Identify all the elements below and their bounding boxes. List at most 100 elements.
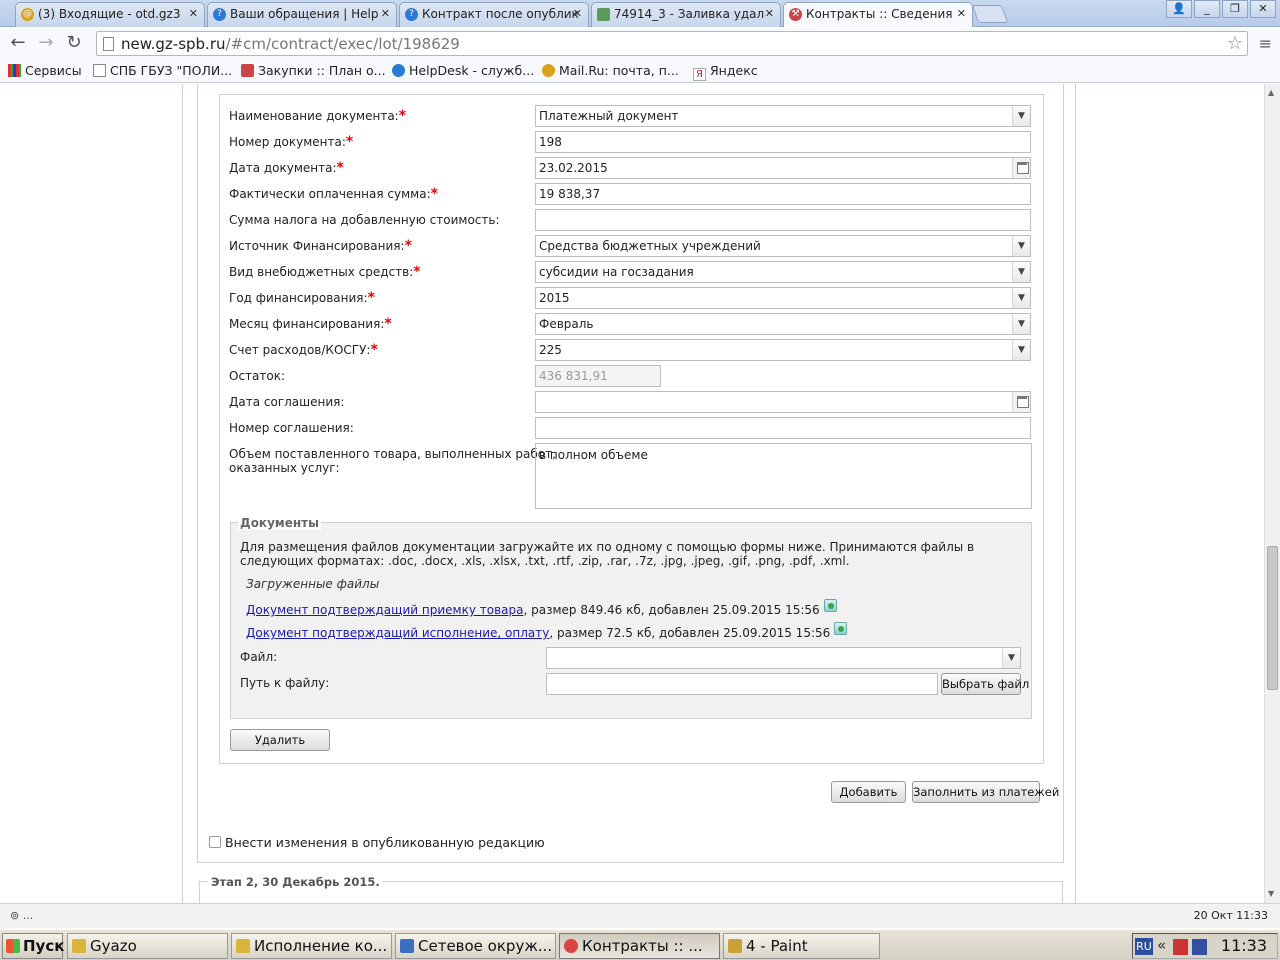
scroll-down-icon[interactable]: ▼ bbox=[1268, 889, 1274, 898]
agreement-date-input[interactable] bbox=[535, 391, 1031, 413]
back-button[interactable]: ← bbox=[6, 32, 30, 54]
start-button[interactable]: Пуск bbox=[2, 933, 64, 959]
url-path: /#cm/contract/exec/lot/198629 bbox=[225, 35, 460, 53]
publish-changes-checkbox[interactable] bbox=[209, 836, 221, 848]
url-text[interactable]: new.gz-spb.ru/#cm/contract/exec/lot/1986… bbox=[121, 35, 460, 53]
tab-contract-published[interactable]: ? Контракт после опублик ✕ bbox=[399, 2, 589, 27]
bookmark-label: Mail.Ru: почта, п... bbox=[559, 63, 679, 78]
bookmark-spb[interactable]: СПБ ГБУЗ "ПОЛИ... bbox=[93, 63, 232, 78]
bookmark-helpdesk[interactable]: HelpDesk - служб... bbox=[392, 63, 534, 78]
task-label: 4 - Paint bbox=[746, 937, 808, 955]
tray-icons[interactable] bbox=[1173, 939, 1207, 955]
financing-source-select[interactable]: Средства бюджетных учреждений ▼ bbox=[535, 235, 1031, 257]
financing-month-select[interactable]: Февраль ▼ bbox=[535, 313, 1031, 335]
close-tab-icon[interactable]: ✕ bbox=[189, 7, 198, 20]
help-icon bbox=[392, 64, 405, 77]
financing-year-select[interactable]: 2015 ▼ bbox=[535, 287, 1031, 309]
paid-amount-input[interactable]: 19 838,37 bbox=[535, 183, 1031, 205]
forward-button[interactable]: → bbox=[34, 32, 58, 54]
vertical-scrollbar[interactable]: ▲ ▼ bbox=[1264, 84, 1280, 903]
close-tab-icon[interactable]: ✕ bbox=[765, 7, 774, 20]
fill-from-payments-button[interactable]: Заполнить из платежей bbox=[912, 781, 1059, 803]
status-datetime: 20 Окт 11:33 bbox=[1193, 909, 1268, 922]
tab-helpdesk[interactable]: ? Ваши обращения | Help ✕ bbox=[207, 2, 397, 27]
close-tab-icon[interactable]: ✕ bbox=[381, 7, 390, 20]
tab-title: 74914_3 - Заливка удал bbox=[614, 7, 765, 21]
taskbar-item-contracts[interactable]: Контракты :: ... bbox=[559, 933, 720, 959]
close-tab-icon[interactable]: ✕ bbox=[957, 7, 966, 20]
bookmark-mailru[interactable]: Mail.Ru: почта, п... bbox=[542, 63, 679, 78]
bookmark-star-icon[interactable]: ☆ bbox=[1227, 33, 1243, 54]
taskbar-item-network[interactable]: Сетевое окруж... bbox=[395, 933, 556, 959]
field-value: 198 bbox=[539, 135, 562, 149]
add-button[interactable]: Добавить bbox=[831, 781, 906, 803]
calendar-icon[interactable] bbox=[1012, 392, 1030, 412]
tab-title: Контракты :: Сведения bbox=[806, 7, 953, 21]
doc-name-select[interactable]: Платежный документ ▼ bbox=[535, 105, 1031, 127]
taskbar-item-execution[interactable]: Исполнение ко... bbox=[231, 933, 392, 959]
bookmark-purchases[interactable]: Закупки :: План о... bbox=[241, 63, 386, 78]
reload-button[interactable]: ↻ bbox=[62, 32, 86, 54]
file-select[interactable]: ▼ bbox=[546, 647, 1021, 669]
required-marker: * bbox=[367, 290, 375, 306]
user-icon[interactable]: 👤 bbox=[1166, 0, 1192, 18]
extrabudget-type-select[interactable]: субсидии на госзадания ▼ bbox=[535, 261, 1031, 283]
chevron-down-icon: ▼ bbox=[1012, 314, 1030, 334]
field-label-text: Дата соглашения: bbox=[229, 395, 345, 409]
uploaded-file-info: , размер 849.46 кб, добавлен 25.09.2015 … bbox=[523, 603, 820, 617]
doc-number-input[interactable]: 198 bbox=[535, 131, 1031, 153]
tab-upload[interactable]: 74914_3 - Заливка удал ✕ bbox=[591, 2, 781, 27]
expense-account-label: Счет расходов/КОСГУ:* bbox=[229, 343, 378, 357]
clock: 11:33 bbox=[1220, 936, 1267, 955]
language-indicator[interactable]: RU bbox=[1135, 938, 1153, 955]
status-left-text: ... bbox=[22, 909, 34, 922]
expense-account-select[interactable]: 225 ▼ bbox=[535, 339, 1031, 361]
delete-file-icon[interactable] bbox=[823, 599, 837, 612]
file-label: Файл: bbox=[240, 650, 278, 664]
file-path-input[interactable] bbox=[546, 673, 938, 695]
tab-inbox[interactable]: @ (3) Входящие - otd.gz3 ✕ bbox=[15, 2, 205, 27]
required-marker: * bbox=[345, 134, 354, 150]
field-label-text: Год финансирования: bbox=[229, 291, 368, 305]
uploaded-file-link[interactable]: Документ подтверждащий приемку товара bbox=[246, 603, 523, 617]
agreement-number-input[interactable] bbox=[535, 417, 1031, 439]
menu-icon[interactable]: ≡ bbox=[1259, 34, 1272, 53]
choose-file-button[interactable]: Выбрать файл bbox=[941, 673, 1029, 695]
financing-month-label: Месяц финансирования:* bbox=[229, 317, 392, 331]
scroll-thumb[interactable] bbox=[1267, 546, 1278, 690]
scroll-up-icon[interactable]: ▲ bbox=[1268, 88, 1274, 97]
field-label-text: Источник Финансирования: bbox=[229, 239, 405, 253]
publish-changes-label[interactable]: Внести изменения в опубликованную редакц… bbox=[225, 835, 545, 850]
tab-title: Контракт после опублик bbox=[422, 7, 579, 21]
minimize-button[interactable]: _ bbox=[1194, 0, 1220, 18]
tab-contracts-active[interactable]: ⚒ Контракты :: Сведения ✕ bbox=[783, 2, 973, 27]
field-value: Средства бюджетных учреждений bbox=[539, 239, 761, 253]
vat-amount-input[interactable] bbox=[535, 209, 1031, 231]
task-label: Исполнение ко... bbox=[254, 937, 388, 955]
address-bar[interactable]: new.gz-spb.ru/#cm/contract/exec/lot/1986… bbox=[96, 31, 1248, 56]
bookmark-yandex[interactable]: Я Яндекс bbox=[693, 63, 758, 81]
taskbar-item-gyazo[interactable]: Gyazo bbox=[67, 933, 228, 959]
uploaded-file-row: Документ подтверждащий приемку товара, р… bbox=[246, 599, 837, 617]
new-tab-button[interactable] bbox=[971, 5, 1009, 23]
restore-button[interactable]: ❐ bbox=[1222, 0, 1248, 18]
delete-file-icon[interactable] bbox=[834, 622, 848, 635]
calendar-icon[interactable] bbox=[1012, 158, 1030, 178]
field-value: Платежный документ bbox=[539, 109, 679, 123]
hammer-icon bbox=[241, 64, 254, 77]
delete-button[interactable]: Удалить bbox=[230, 729, 330, 751]
taskbar-item-paint[interactable]: 4 - Paint bbox=[723, 933, 880, 959]
close-window-button[interactable]: ✕ bbox=[1250, 0, 1276, 18]
bookmark-label: СПБ ГБУЗ "ПОЛИ... bbox=[110, 63, 233, 78]
uploaded-file-link[interactable]: Документ подтверждащий исполнение, оплат… bbox=[246, 626, 549, 640]
field-label-text: Сумма налога на добавленную стоимость: bbox=[229, 213, 500, 227]
path-label: Путь к файлу: bbox=[240, 676, 330, 690]
bookmark-services[interactable]: Сервисы bbox=[8, 63, 82, 78]
volume-textarea[interactable]: в полном объеме bbox=[535, 443, 1032, 509]
tray-expand-icon[interactable]: « bbox=[1157, 936, 1166, 954]
field-value: Февраль bbox=[539, 317, 594, 331]
financing-source-label: Источник Финансирования:* bbox=[229, 239, 412, 253]
close-tab-icon[interactable]: ✕ bbox=[573, 7, 582, 20]
field-value: субсидии на госзадания bbox=[539, 265, 694, 279]
doc-date-input[interactable]: 23.02.2015 bbox=[535, 157, 1031, 179]
